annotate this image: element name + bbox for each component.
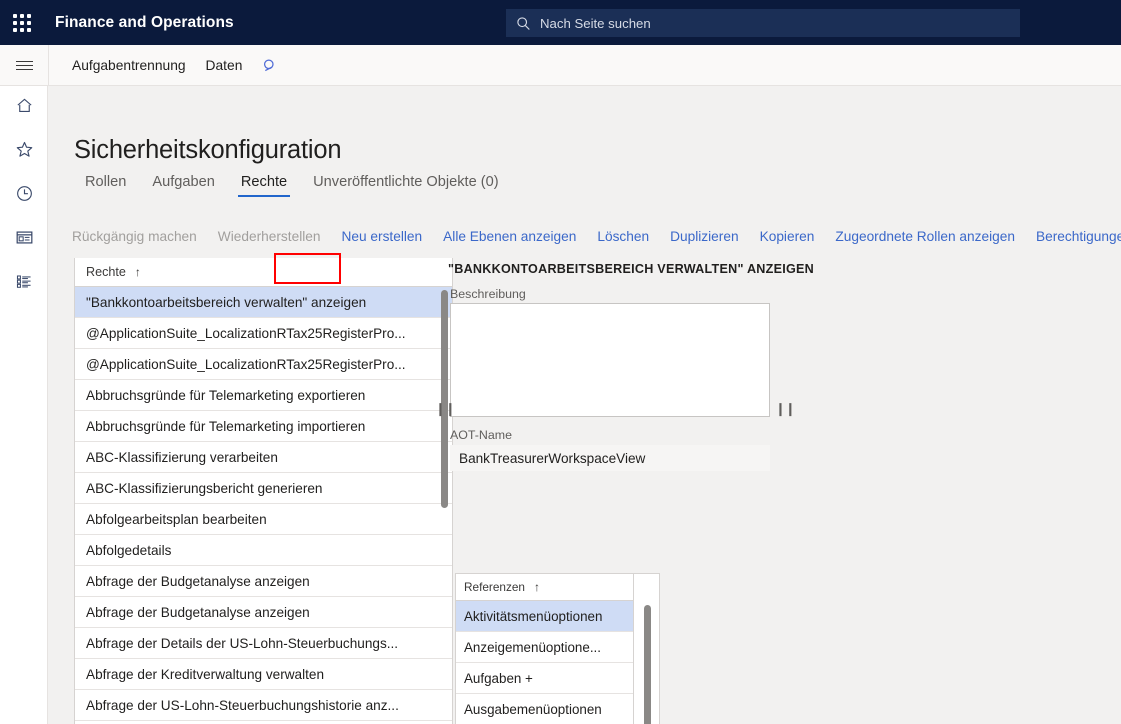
privilege-label: Abfrage der Kreditverwaltung verwalten	[86, 666, 325, 682]
toolbar-permissions[interactable]: Berechtigungen	[1036, 229, 1121, 244]
references-grid-column-header[interactable]: Referenzen ↑	[456, 574, 633, 601]
reference-label: Ausgabemenüoptionen	[464, 701, 602, 717]
table-row[interactable]: @ApplicationSuite_LocalizationRTax25Regi…	[75, 349, 452, 380]
secondary-navigation-bar: Aufgabentrennung Daten	[0, 45, 1121, 86]
references-grid-scrollbar[interactable]	[644, 605, 651, 724]
toolbar-show-assigned-roles[interactable]: Zugeordnete Rollen anzeigen	[835, 229, 1015, 244]
top-navigation-bar: Finance and Operations Nach Seite suchen	[0, 0, 1121, 45]
tab-rollen[interactable]: Rollen	[72, 170, 139, 199]
app-launcher-icon[interactable]	[0, 0, 44, 45]
toolbar-show-all-layers[interactable]: Alle Ebenen anzeigen	[443, 229, 576, 244]
toolbar-undo[interactable]: Rückgängig machen	[72, 229, 197, 244]
table-row[interactable]: "Bankkontoarbeitsbereich verwalten" anze…	[75, 287, 452, 318]
references-grid: Referenzen ↑ Aktivitätsmenüoptionen Anze…	[455, 573, 634, 724]
filter-search-icon[interactable]	[252, 58, 288, 74]
references-grid-scrollbar-thumb[interactable]	[644, 605, 651, 724]
hamburger-menu-icon[interactable]	[0, 45, 48, 86]
table-row[interactable]: Abbruchsgründe für Telemarketing exporti…	[75, 380, 452, 411]
page-tabs: Rollen Aufgaben Rechte Unveröffentlichte…	[72, 170, 512, 199]
navitem-aufgabentrennung[interactable]: Aufgabentrennung	[62, 58, 196, 73]
table-row[interactable]: ABC-Klassifizierung verarbeiten	[75, 442, 452, 473]
privilege-label: @ApplicationSuite_LocalizationRTax25Regi…	[86, 356, 406, 372]
sidebar-item-modules[interactable]	[0, 262, 48, 306]
privileges-grid-scrollbar-thumb[interactable]	[441, 290, 448, 508]
home-icon	[15, 96, 34, 120]
privilege-label: @ApplicationSuite_LocalizationRTax25Regi…	[86, 325, 406, 341]
toolbar-delete[interactable]: Löschen	[597, 229, 649, 244]
page-title: Sicherheitskonfiguration	[74, 136, 342, 165]
main-content-area: Sicherheitskonfiguration Rollen Aufgaben…	[48, 86, 1121, 724]
aot-name-label: AOT-Name	[450, 428, 512, 442]
tab-unveroeffentlichte-objekte[interactable]: Unveröffentlichte Objekte (0)	[300, 170, 512, 199]
privileges-grid-scrollbar[interactable]	[441, 290, 448, 724]
sidebar-item-favorites[interactable]	[0, 130, 48, 174]
privilege-label: Abbruchsgründe für Telemarketing exporti…	[86, 387, 366, 403]
sort-ascending-icon: ↑	[134, 265, 141, 279]
search-icon	[516, 16, 531, 31]
reference-label: Anzeigemenüoptione...	[464, 639, 601, 655]
tab-aufgaben[interactable]: Aufgaben	[139, 170, 228, 199]
left-navigation-rail	[0, 86, 48, 724]
references-grid-header-label: Referenzen	[464, 580, 525, 594]
toolbar-redo[interactable]: Wiederherstellen	[218, 229, 321, 244]
privileges-grid-header-label: Rechte	[86, 265, 126, 279]
toolbar-duplicate[interactable]: Duplizieren	[670, 229, 738, 244]
detail-pane-title: "BANKKONTOARBEITSBEREICH VERWALTEN" ANZE…	[448, 262, 815, 276]
description-label: Beschreibung	[450, 287, 526, 301]
action-toolbar: Rückgängig machen Wiederherstellen Neu e…	[72, 223, 1121, 249]
toolbar-new[interactable]: Neu erstellen	[342, 229, 423, 244]
table-row[interactable]: Abfrage der Budgetanalyse anzeigen	[75, 566, 452, 597]
privilege-label: Abfrage der Budgetanalyse anzeigen	[86, 604, 310, 620]
toolbar-copy[interactable]: Kopieren	[760, 229, 815, 244]
table-row[interactable]: Abfolgedetails	[75, 535, 452, 566]
list-item[interactable]: Anzeigemenüoptione...	[456, 632, 633, 663]
privilege-label: "Bankkontoarbeitsbereich verwalten" anze…	[86, 294, 367, 310]
privilege-label: ABC-Klassifizierungsbericht generieren	[86, 480, 323, 496]
privilege-label: Abfrage der Budgetanalyse anzeigen	[86, 573, 310, 589]
aot-name-field[interactable]: BankTreasurerWorkspaceView	[450, 445, 770, 471]
workspace-icon	[15, 228, 34, 252]
table-row[interactable]: Abfolgearbeitsplan bearbeiten	[75, 504, 452, 535]
vertical-splitter-left[interactable]: ❙❙	[435, 402, 456, 415]
table-row[interactable]: Abfrage der US-Lohn-Steuerbuchungshistor…	[75, 690, 452, 721]
global-search-input[interactable]: Nach Seite suchen	[506, 9, 1020, 37]
list-item[interactable]: Aktivitätsmenüoptionen	[456, 601, 633, 632]
privilege-label: Abfrage der US-Lohn-Steuerbuchungshistor…	[86, 697, 399, 713]
privileges-grid: Rechte ↑ "Bankkontoarbeitsbereich verwal…	[74, 258, 453, 724]
privilege-label: ABC-Klassifizierung verarbeiten	[86, 449, 278, 465]
star-icon	[15, 140, 34, 164]
detail-pane: "BANKKONTOARBEITSBEREICH VERWALTEN" ANZE…	[448, 258, 1121, 724]
table-row[interactable]: ABC-Klassifizierungsbericht generieren	[75, 473, 452, 504]
table-row[interactable]: Abfrage der Budgetanalyse anzeigen	[75, 597, 452, 628]
sort-ascending-icon: ↑	[534, 580, 540, 594]
table-row[interactable]: Abfrage der Kreditverwaltung verwalten	[75, 659, 452, 690]
sidebar-item-recent[interactable]	[0, 174, 48, 218]
list-item[interactable]: Aufgaben +	[456, 663, 633, 694]
clock-icon	[15, 184, 34, 208]
global-search-placeholder: Nach Seite suchen	[540, 15, 651, 31]
privilege-label: Abfrage der Details der US-Lohn-Steuerbu…	[86, 635, 399, 651]
privilege-label: Abfolgedetails	[86, 542, 172, 558]
sidebar-item-workspaces[interactable]	[0, 218, 48, 262]
table-row[interactable]: Abfrage der Details der US-Lohn-Steuerbu…	[75, 628, 452, 659]
navitem-daten[interactable]: Daten	[196, 58, 253, 73]
privileges-grid-column-header[interactable]: Rechte ↑	[75, 258, 452, 287]
tab-rechte[interactable]: Rechte	[228, 170, 300, 199]
table-row[interactable]: @ApplicationSuite_LocalizationRTax25Regi…	[75, 318, 452, 349]
privilege-label: Abfolgearbeitsplan bearbeiten	[86, 511, 267, 527]
reference-label: Aktivitätsmenüoptionen	[464, 608, 603, 624]
navigation-items: Aufgabentrennung Daten	[48, 45, 288, 86]
sidebar-item-home[interactable]	[0, 86, 48, 130]
list-icon	[15, 272, 34, 296]
app-title: Finance and Operations	[55, 13, 234, 31]
table-row[interactable]: Abbruchsgründe für Telemarketing importi…	[75, 411, 452, 442]
description-textarea[interactable]	[450, 303, 770, 417]
reference-label: Aufgaben +	[464, 670, 533, 686]
vertical-splitter-right[interactable]: ❙❙	[775, 402, 796, 415]
app-launcher-grid	[13, 13, 31, 32]
privilege-label: Abbruchsgründe für Telemarketing importi…	[86, 418, 366, 434]
list-item[interactable]: Ausgabemenüoptionen	[456, 694, 633, 724]
